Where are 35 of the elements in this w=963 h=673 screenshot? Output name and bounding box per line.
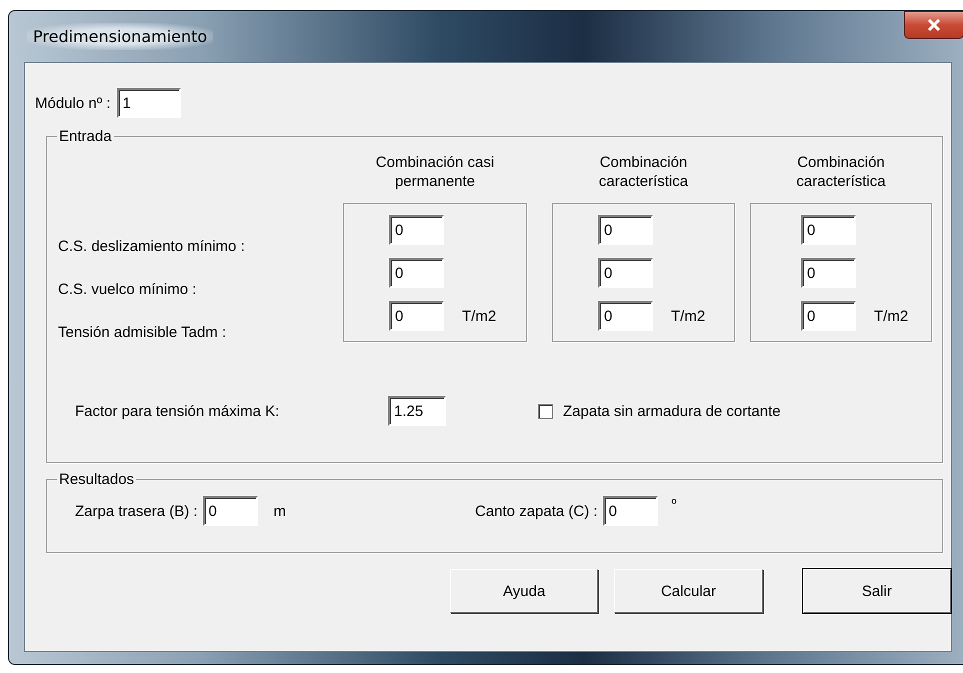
parameter-label: C.S. vuelco mínimo : bbox=[58, 280, 198, 300]
unit-label: T/m2 bbox=[671, 308, 706, 324]
group-label: Entrada bbox=[58, 128, 113, 145]
factor-input[interactable]: 1.25 bbox=[388, 396, 446, 426]
value-input[interactable]: 0 bbox=[389, 258, 444, 288]
module-input[interactable]: 1 bbox=[116, 88, 181, 118]
dialog-button[interactable]: Calcular bbox=[614, 569, 763, 613]
result-label: Canto zapata (C) : bbox=[475, 502, 598, 520]
result-input[interactable]: 0 bbox=[602, 496, 658, 526]
unit-label: m bbox=[274, 502, 286, 520]
result-label: Zarpa trasera (B) : bbox=[75, 502, 198, 520]
value-input[interactable]: 0 bbox=[389, 301, 444, 331]
column-heading: Combinación característica bbox=[795, 153, 887, 192]
unit-label: º bbox=[672, 496, 676, 511]
factor-label: Factor para tensión máxima K: bbox=[75, 402, 280, 420]
unit-label: T/m2 bbox=[462, 308, 496, 324]
parameter-label: C.S. deslizamiento mínimo : bbox=[58, 237, 246, 257]
window-title: Predimensionamiento bbox=[27, 23, 214, 50]
value-input[interactable]: 0 bbox=[598, 301, 653, 331]
dialog-button[interactable]: Ayuda bbox=[450, 569, 598, 613]
value-input[interactable]: 0 bbox=[598, 258, 653, 288]
value-input[interactable]: 0 bbox=[801, 301, 856, 331]
column-heading: Combinación característica bbox=[598, 153, 690, 192]
column-heading: Combinación casi permanente bbox=[374, 153, 496, 192]
module-label: Módulo nº : bbox=[35, 94, 111, 112]
result-input[interactable]: 0 bbox=[202, 496, 258, 526]
value-input[interactable]: 0 bbox=[801, 215, 856, 245]
value-input[interactable]: 0 bbox=[801, 258, 856, 288]
value-input[interactable]: 0 bbox=[389, 215, 444, 245]
parameter-label: Tensión admisible Tadm : bbox=[58, 323, 228, 343]
dialog-button[interactable]: Salir bbox=[802, 569, 951, 613]
value-input[interactable]: 0 bbox=[598, 215, 653, 245]
group-label: Resultados bbox=[58, 471, 136, 488]
checkbox-label: Zapata sin armadura de cortante bbox=[563, 402, 781, 420]
unit-label: T/m2 bbox=[874, 308, 908, 324]
